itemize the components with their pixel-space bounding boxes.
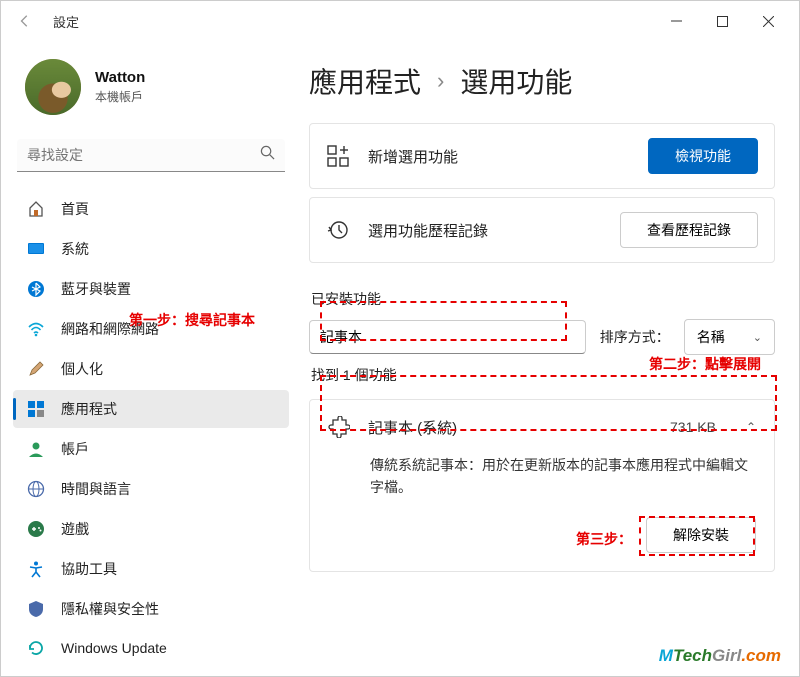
nav-accessibility[interactable]: 協助工具	[13, 550, 289, 588]
nav-accounts[interactable]: 帳戶	[13, 430, 289, 468]
apps-icon	[27, 400, 45, 418]
nav-label: 系統	[61, 239, 89, 259]
shield-icon	[27, 600, 45, 618]
search-box[interactable]	[17, 139, 285, 172]
search-icon	[260, 145, 275, 165]
chevron-up-icon: ⌃	[746, 420, 756, 434]
sort-label: 排序方式：	[600, 327, 670, 347]
view-history-button[interactable]: 查看歷程記錄	[620, 212, 758, 248]
history-icon	[326, 218, 350, 242]
nav-label: 網路和網際網路	[61, 319, 159, 339]
nav-update[interactable]: Windows Update	[13, 630, 289, 666]
nav-home[interactable]: 首頁	[13, 190, 289, 228]
result-size: 731 KB	[670, 419, 716, 435]
breadcrumb-current: 選用功能	[460, 61, 572, 101]
avatar	[25, 59, 81, 115]
nav-label: 時間與語言	[61, 479, 131, 499]
result-header[interactable]: 記事本 (系統) 731 KB ⌃	[310, 400, 774, 454]
nav-bluetooth[interactable]: 藍牙與裝置	[13, 270, 289, 308]
breadcrumb-parent[interactable]: 應用程式	[309, 61, 421, 101]
close-button[interactable]	[745, 5, 791, 37]
profile[interactable]: Watton 本機帳戶	[13, 41, 289, 139]
window-title: 設定	[53, 12, 79, 31]
accessibility-icon	[27, 560, 45, 578]
filter-row: 排序方式： 名稱 ⌄	[309, 319, 775, 355]
chevron-down-icon: ⌄	[753, 331, 762, 344]
back-button[interactable]	[9, 5, 41, 37]
nav-gaming[interactable]: 遊戲	[13, 510, 289, 548]
result-description: 傳統系統記事本：用於在更新版本的記事本應用程式中編輯文字檔。	[370, 454, 756, 499]
puzzle-icon	[328, 416, 350, 438]
watermark: MTechGirl.com	[659, 646, 781, 666]
view-features-button[interactable]: 檢視功能	[648, 138, 758, 174]
result-body: 傳統系統記事本：用於在更新版本的記事本應用程式中編輯文字檔。 解除安裝	[310, 454, 774, 571]
nav-time[interactable]: 時間與語言	[13, 470, 289, 508]
globe-clock-icon	[27, 480, 45, 498]
home-icon	[27, 200, 45, 218]
profile-sub: 本機帳戶	[95, 88, 145, 105]
maximize-button[interactable]	[699, 5, 745, 37]
result-count: 找到 1 個功能	[311, 365, 775, 385]
nav-personalization[interactable]: 個人化	[13, 350, 289, 388]
installed-title: 已安裝功能	[311, 289, 775, 309]
sort-value: 名稱	[697, 327, 725, 347]
add-feature-label: 新增選用功能	[368, 146, 630, 167]
nav-label: 藍牙與裝置	[61, 279, 131, 299]
bluetooth-icon	[27, 280, 45, 298]
nav-label: 應用程式	[61, 399, 117, 419]
nav-label: 隱私權與安全性	[61, 599, 159, 619]
nav-label: 帳戶	[61, 439, 89, 459]
breadcrumb: 應用程式 › 選用功能	[309, 61, 775, 101]
person-icon	[27, 440, 45, 458]
main-content: 應用程式 › 選用功能 新增選用功能 檢視功能 選用功能歷程記錄 查看歷程記錄 …	[301, 41, 799, 676]
gamepad-icon	[27, 520, 45, 538]
sidebar: Watton 本機帳戶 首頁 系統 藍牙與裝置 網路和網際網路 個人化 應用程式…	[1, 41, 301, 676]
nav-label: 協助工具	[61, 559, 117, 579]
wifi-icon	[27, 320, 45, 338]
nav-system[interactable]: 系統	[13, 230, 289, 268]
nav-label: 個人化	[61, 359, 103, 379]
nav-apps[interactable]: 應用程式	[13, 390, 289, 428]
add-feature-card: 新增選用功能 檢視功能	[309, 123, 775, 189]
nav-privacy[interactable]: 隱私權與安全性	[13, 590, 289, 628]
uninstall-button[interactable]: 解除安裝	[646, 517, 756, 553]
history-label: 選用功能歷程記錄	[368, 220, 602, 241]
result-card: 記事本 (系統) 731 KB ⌃ 傳統系統記事本：用於在更新版本的記事本應用程…	[309, 399, 775, 572]
sort-select[interactable]: 名稱 ⌄	[684, 319, 775, 355]
nav: 首頁 系統 藍牙與裝置 網路和網際網路 個人化 應用程式 帳戶 時間與語言 遊戲…	[13, 190, 289, 666]
nav-label: 遊戲	[61, 519, 89, 539]
filter-input[interactable]	[309, 320, 586, 354]
system-icon	[27, 240, 45, 258]
search-input[interactable]	[27, 147, 260, 163]
minimize-button[interactable]	[653, 5, 699, 37]
history-card: 選用功能歷程記錄 查看歷程記錄	[309, 197, 775, 263]
nav-label: 首頁	[61, 199, 89, 219]
update-icon	[27, 639, 45, 657]
add-grid-icon	[326, 144, 350, 168]
profile-name: Watton	[95, 69, 145, 86]
titlebar: 設定	[1, 1, 799, 41]
back-arrow-icon	[18, 14, 32, 28]
nav-label: Windows Update	[61, 640, 167, 656]
brush-icon	[27, 360, 45, 378]
result-name: 記事本 (系統)	[368, 417, 652, 438]
breadcrumb-sep-icon: ›	[437, 68, 444, 94]
nav-network[interactable]: 網路和網際網路	[13, 310, 289, 348]
